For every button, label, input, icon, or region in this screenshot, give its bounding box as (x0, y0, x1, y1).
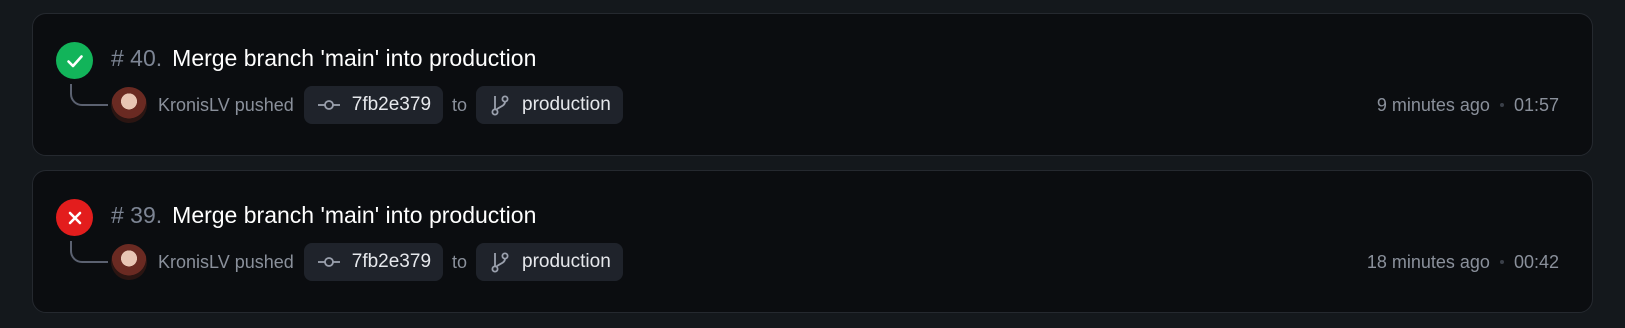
run-duration: 01:57 (1513, 94, 1559, 115)
time-ago: 18 minutes ago (1366, 251, 1490, 272)
run-meta-row: KronisLV pushed 7fb2e379 to production (111, 243, 623, 281)
check-icon (66, 54, 83, 67)
run-number: # 39. (111, 201, 163, 228)
connector-line (70, 84, 108, 106)
commit-icon (317, 256, 340, 268)
git-branch-icon (490, 94, 510, 116)
avatar[interactable] (111, 244, 147, 280)
git-branch-icon (490, 251, 510, 273)
run-title-link[interactable]: Merge branch 'main' into production (172, 45, 536, 72)
run-title-row: # 40. Merge branch 'main' into productio… (111, 43, 536, 73)
commit-icon (317, 99, 340, 111)
to-text: to (452, 251, 468, 272)
run-duration: 00:42 (1513, 251, 1559, 272)
separator-dot (1499, 260, 1504, 264)
workflow-run-card[interactable]: # 40. Merge branch 'main' into productio… (32, 13, 1593, 156)
workflow-run-card[interactable]: # 39. Merge branch 'main' into productio… (32, 170, 1593, 313)
pushed-by-text: KronisLV pushed (158, 94, 294, 115)
run-meta-row: KronisLV pushed 7fb2e379 to production (111, 86, 623, 124)
x-icon (68, 211, 81, 224)
pushed-by-text: KronisLV pushed (158, 251, 294, 272)
avatar[interactable] (111, 87, 147, 123)
run-title-row: # 39. Merge branch 'main' into productio… (111, 200, 536, 230)
branch-name: production (522, 251, 611, 272)
to-text: to (452, 94, 468, 115)
connector-line (70, 241, 108, 263)
run-timing: 9 minutes ago 01:57 (1377, 92, 1559, 118)
commit-sha: 7fb2e379 (351, 251, 432, 272)
commit-chip[interactable]: 7fb2e379 (303, 86, 444, 124)
run-title-link[interactable]: Merge branch 'main' into production (172, 202, 536, 229)
workflow-run-list: # 40. Merge branch 'main' into productio… (32, 13, 1593, 327)
status-success-badge (56, 42, 93, 79)
commit-chip[interactable]: 7fb2e379 (303, 243, 444, 281)
run-number: # 40. (111, 44, 163, 71)
separator-dot (1499, 103, 1504, 107)
time-ago: 9 minutes ago (1376, 94, 1490, 115)
commit-sha: 7fb2e379 (351, 94, 432, 115)
branch-chip[interactable]: production (476, 86, 623, 124)
branch-chip[interactable]: production (476, 243, 623, 281)
run-timing: 18 minutes ago 00:42 (1367, 249, 1559, 275)
status-failure-badge (56, 199, 93, 236)
branch-name: production (522, 94, 611, 115)
